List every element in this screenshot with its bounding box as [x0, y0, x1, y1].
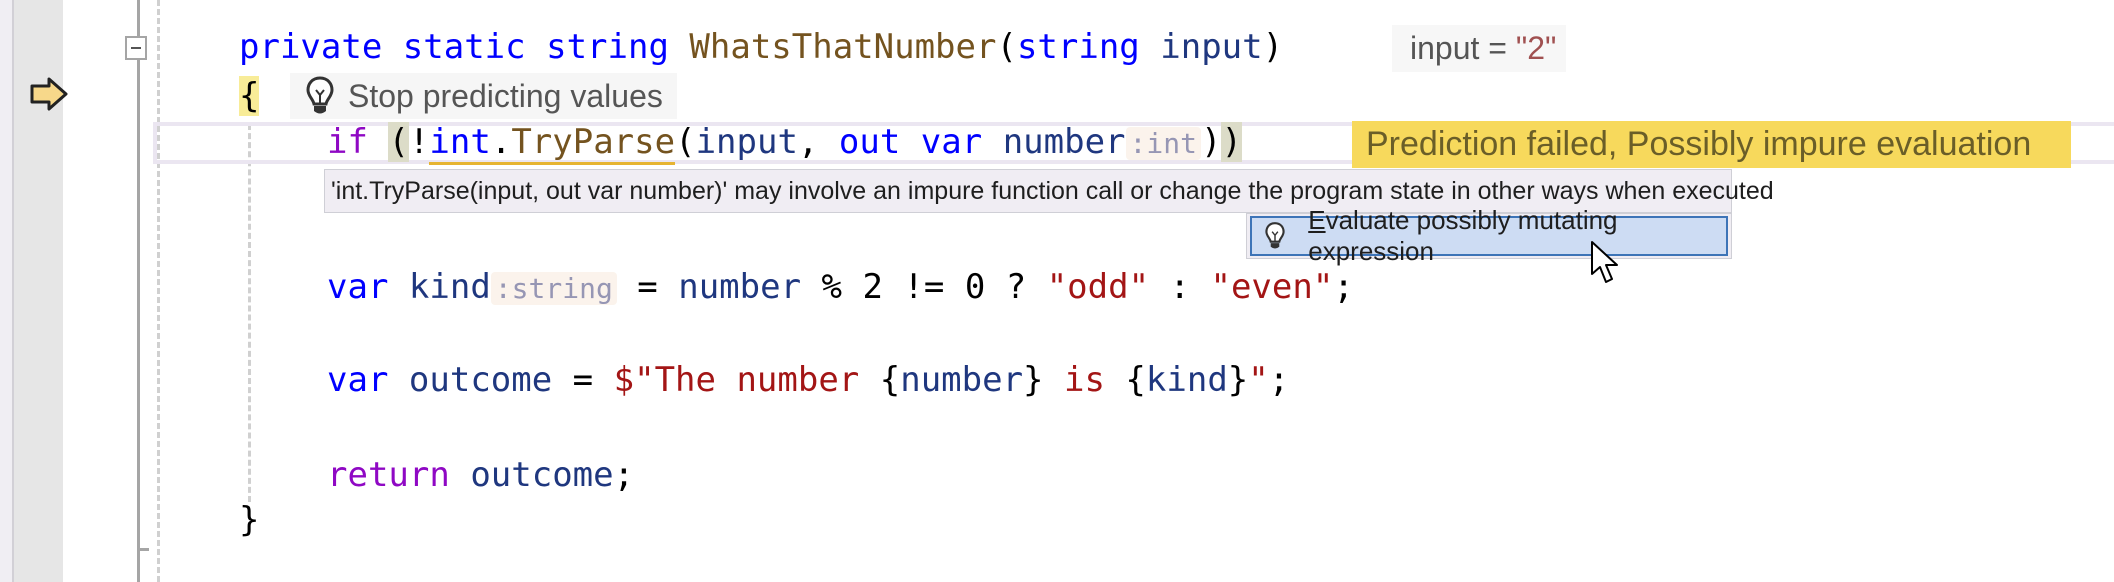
tooltip-action-panel: Evaluate possibly mutating expression — [1246, 205, 1732, 266]
outlining-end-tick — [137, 548, 149, 551]
method-name: WhatsThatNumber — [689, 27, 997, 67]
indent-guide-outer — [157, 0, 160, 582]
stop-predicting-label: Stop predicting values — [348, 78, 663, 114]
token-operator: : — [1149, 267, 1211, 307]
token-punctuation: { — [1125, 360, 1146, 400]
token-keyword: int — [429, 122, 491, 162]
identifier: input — [695, 122, 798, 162]
lightbulb-icon — [1260, 221, 1290, 251]
interpolated-string: $"The number — [613, 360, 880, 400]
token-keyword: string — [546, 27, 669, 67]
instruction-pointer-arrow-icon — [30, 77, 68, 111]
identifier: outcome — [470, 455, 614, 495]
token-punctuation: ; — [1268, 360, 1290, 400]
token-punctuation: } — [1023, 360, 1044, 400]
token-keyword: var — [327, 360, 389, 400]
method-name: TryParse — [511, 122, 676, 162]
token-operator: = — [616, 267, 679, 307]
interpolated-string: " — [1248, 360, 1269, 400]
token-punctuation: ) — [1200, 122, 1222, 162]
token-punctuation: ( — [996, 27, 1017, 67]
stop-predicting-values-button[interactable]: Stop predicting values — [290, 73, 677, 119]
token-control-keyword: return — [327, 455, 450, 495]
identifier: number — [678, 267, 802, 307]
paren-match-highlight: ) — [1221, 122, 1242, 162]
close-brace: } — [239, 500, 260, 540]
lightbulb-icon — [306, 76, 334, 114]
token-keyword: out — [838, 122, 901, 162]
glyph-margin[interactable] — [14, 0, 68, 582]
token-keyword: private — [239, 27, 383, 67]
token-operator: % 2 != 0 ? — [801, 267, 1047, 307]
editor-left-border — [0, 0, 14, 582]
code-line-kind[interactable]: var kind:string = number % 2 != 0 ? "odd… — [327, 265, 1354, 311]
inlay-type-hint: :string — [490, 272, 617, 305]
token-punctuation: ( — [675, 122, 696, 162]
action-mnemonic: E — [1308, 205, 1326, 235]
identifier: kind — [1145, 360, 1228, 400]
code-line-return[interactable]: return outcome; — [327, 453, 634, 497]
token-punctuation: ) — [1262, 27, 1284, 67]
inline-value-value: "2" — [1515, 30, 1557, 66]
interpolated-string: is — [1043, 360, 1126, 400]
parameter-name: input — [1160, 27, 1263, 67]
evaluate-mutating-expression-button[interactable]: Evaluate possibly mutating expression — [1250, 205, 1728, 266]
token-punctuation: , — [797, 122, 839, 162]
token-operator: ! — [408, 122, 430, 162]
code-line-if[interactable]: if (!int.TryParse(input, out var number:… — [327, 120, 1242, 166]
prediction-failed-banner[interactable]: Prediction failed, Possibly impure evalu… — [1352, 121, 2071, 168]
open-brace-highlighted: { — [239, 76, 260, 116]
paren-match-highlight: ( — [388, 122, 409, 162]
identifier: number — [1002, 122, 1126, 162]
token-control-keyword: if — [327, 122, 368, 162]
collapse-region-minus-icon[interactable] — [125, 36, 147, 60]
inlay-type-hint: :int — [1125, 127, 1201, 160]
code-line-outcome[interactable]: var outcome = $"The number {number} is {… — [327, 358, 1289, 402]
string-literal: "odd" — [1046, 267, 1150, 307]
action-label-text: valuate possibly mutating expression — [1308, 205, 1618, 266]
outlining-line — [137, 0, 140, 582]
token-operator: = — [552, 360, 614, 400]
prediction-status-text: Prediction failed, Possibly impure evalu… — [1366, 125, 2032, 163]
action-label: Evaluate possibly mutating expression — [1308, 205, 1726, 267]
token-punctuation: ; — [1333, 267, 1354, 307]
inline-value-name: input — [1410, 30, 1480, 66]
code-line-signature[interactable]: private static string WhatsThatNumber(st… — [239, 25, 1283, 69]
token-keyword: var — [327, 267, 389, 307]
token-punctuation: } — [1227, 360, 1249, 400]
inline-value-input[interactable]: input = "2" — [1392, 25, 1567, 72]
indent-guide-inner — [248, 124, 251, 502]
token-keyword: var — [920, 122, 983, 162]
inline-value-equals: = — [1479, 30, 1516, 66]
mouse-pointer-icon — [1591, 241, 1618, 283]
token-punctuation: . — [490, 122, 512, 162]
token-punctuation: { — [879, 360, 901, 400]
identifier: number — [900, 360, 1024, 400]
tooltip-message: 'int.TryParse(input, out var number)' ma… — [331, 177, 1774, 205]
code-line-close-brace[interactable]: } — [239, 498, 259, 542]
string-literal: "even" — [1210, 267, 1334, 307]
code-line-open-brace[interactable]: { — [239, 74, 260, 118]
token-keyword: static — [402, 27, 526, 67]
token-punctuation: ; — [613, 455, 635, 495]
identifier: kind — [408, 267, 491, 307]
identifier: outcome — [408, 360, 553, 400]
token-keyword: string — [1016, 27, 1140, 67]
